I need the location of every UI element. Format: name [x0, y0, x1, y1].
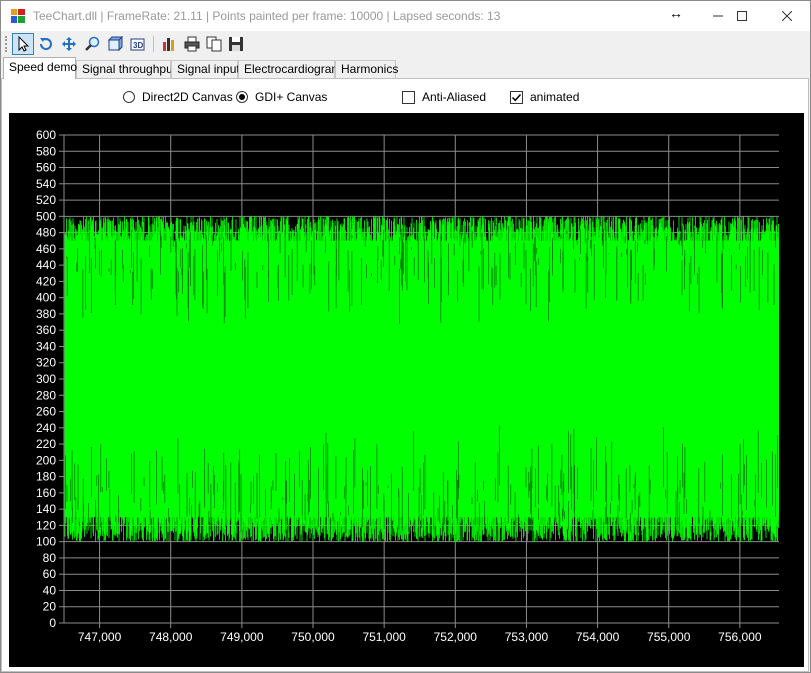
- radio-circle-selected: [236, 91, 248, 103]
- speed-chart[interactable]: 0 20 40 60 80 100 120 140 160 180 200 220 240 260 280 3…: [9, 113, 804, 667]
- x-tick-label: 748,000: [149, 630, 193, 644]
- y-tick-label: 200: [36, 453, 56, 467]
- toolbar-separator: [153, 36, 154, 52]
- tab-strip: Speed demo Signal throughput Signal inpu…: [1, 57, 810, 79]
- anti-aliased-checkbox[interactable]: Anti-Aliased: [402, 89, 486, 105]
- anti-aliased-label: Anti-Aliased: [422, 90, 487, 104]
- y-tick-label: 360: [36, 323, 56, 337]
- direct2d-canvas-label: Direct2D Canvas: [142, 90, 233, 104]
- y-tick-label: 120: [36, 518, 56, 532]
- depth-button[interactable]: [104, 33, 126, 55]
- y-tick-label: 300: [36, 372, 56, 386]
- print-icon: [184, 36, 200, 52]
- x-tick-label: 753,000: [505, 630, 549, 644]
- save-icon: [229, 37, 243, 51]
- tab-harmonics[interactable]: Harmonics: [335, 60, 398, 78]
- y-tick-label: 420: [36, 274, 56, 288]
- title-bar[interactable]: TeeChart.dll | FrameRate: 21.11 | Points…: [1, 1, 810, 31]
- y-tick-label: 560: [36, 161, 56, 175]
- close-icon: [782, 11, 792, 21]
- x-tick-label: 756,000: [718, 630, 762, 644]
- radio-circle: [123, 91, 135, 103]
- y-tick-label: 280: [36, 388, 56, 402]
- tab-speed-demo[interactable]: Speed demo: [3, 57, 77, 79]
- maximize-icon: [737, 11, 747, 21]
- direct2d-canvas-radio[interactable]: Direct2D Canvas: [123, 89, 233, 105]
- y-tick-label: 40: [43, 583, 57, 597]
- y-tick-label: 240: [36, 421, 56, 435]
- y-tick-label: 180: [36, 470, 56, 484]
- y-tick-label: 440: [36, 258, 56, 272]
- move-button[interactable]: [58, 33, 80, 55]
- animated-checkbox[interactable]: animated: [510, 89, 579, 105]
- y-tick-label: 460: [36, 242, 56, 256]
- y-tick-label: 340: [36, 339, 56, 353]
- gdi-canvas-radio[interactable]: GDI+ Canvas: [236, 89, 327, 105]
- chart-editor-button[interactable]: [158, 33, 180, 55]
- gdi-canvas-label: GDI+ Canvas: [255, 90, 328, 104]
- copy-button[interactable]: [203, 33, 225, 55]
- tab-signal-input[interactable]: Signal input: [171, 60, 240, 78]
- y-tick-label: 260: [36, 405, 56, 419]
- rotate-button[interactable]: [35, 33, 57, 55]
- checkbox-box-checked: [510, 90, 523, 104]
- app-icon: [11, 9, 25, 23]
- y-tick-label: 320: [36, 356, 56, 370]
- series-line: [64, 216, 779, 542]
- x-tick-label: 747,000: [78, 630, 122, 644]
- window-title: TeeChart.dll | FrameRate: 21.11 | Points…: [33, 9, 501, 23]
- close-button[interactable]: [764, 1, 810, 31]
- toolbar: 3D: [1, 31, 810, 57]
- y-tick-label: 20: [43, 600, 57, 614]
- move-icon: [62, 37, 76, 51]
- y-tick-label: 600: [36, 128, 56, 142]
- zoom-button[interactable]: [81, 33, 103, 55]
- x-tick-label: 752,000: [434, 630, 478, 644]
- toolbar-grip[interactable]: [5, 36, 9, 52]
- tab-electrocardiogram[interactable]: Electrocardiogram: [238, 60, 341, 78]
- y-tick-label: 520: [36, 193, 56, 207]
- resize-arrows-icon: ↔: [669, 5, 683, 21]
- animated-label: animated: [530, 90, 580, 104]
- y-tick-label: 220: [36, 437, 56, 451]
- copy-icon: [206, 36, 222, 52]
- y-tick-label: 480: [36, 226, 56, 240]
- y-tick-label: 100: [36, 535, 56, 549]
- maximize-button[interactable]: [719, 1, 765, 31]
- x-tick-label: 754,000: [576, 630, 620, 644]
- checkmark-icon: [511, 93, 522, 101]
- y-tick-label: 540: [36, 177, 56, 191]
- chart-editor-icon: [163, 38, 174, 51]
- y-tick-label: 580: [36, 144, 56, 158]
- tab-signal-throughput[interactable]: Signal throughput: [76, 60, 176, 78]
- y-tick-label: 500: [36, 209, 56, 223]
- x-tick-label: 751,000: [362, 630, 406, 644]
- depth-icon: [107, 36, 123, 52]
- y-tick-label: 160: [36, 486, 56, 500]
- pointer-button[interactable]: [12, 33, 34, 55]
- svg-text:3D: 3D: [133, 41, 143, 50]
- print-button[interactable]: [181, 33, 203, 55]
- x-tick-label: 755,000: [647, 630, 691, 644]
- 3d-icon: 3D: [130, 38, 145, 51]
- 3d-button[interactable]: 3D: [127, 33, 149, 55]
- chart-canvas: 0 20 40 60 80 100 120 140 160 180 200 220 240 260 280 3…: [36, 128, 779, 644]
- y-tick-label: 380: [36, 307, 56, 321]
- x-tick-label: 749,000: [220, 630, 264, 644]
- y-tick-label: 0: [49, 616, 56, 630]
- rotate-icon: [39, 38, 52, 51]
- x-tick-label: 750,000: [291, 630, 335, 644]
- app-window: TeeChart.dll | FrameRate: 21.11 | Points…: [0, 0, 811, 673]
- y-tick-label: 140: [36, 502, 56, 516]
- y-tick-label: 60: [43, 567, 57, 581]
- magnifier-icon: [85, 36, 100, 51]
- arrow-pointer-icon: [18, 36, 30, 52]
- checkbox-box: [402, 90, 415, 104]
- y-tick-label: 80: [43, 551, 57, 565]
- y-tick-label: 400: [36, 291, 56, 305]
- save-button[interactable]: [225, 33, 247, 55]
